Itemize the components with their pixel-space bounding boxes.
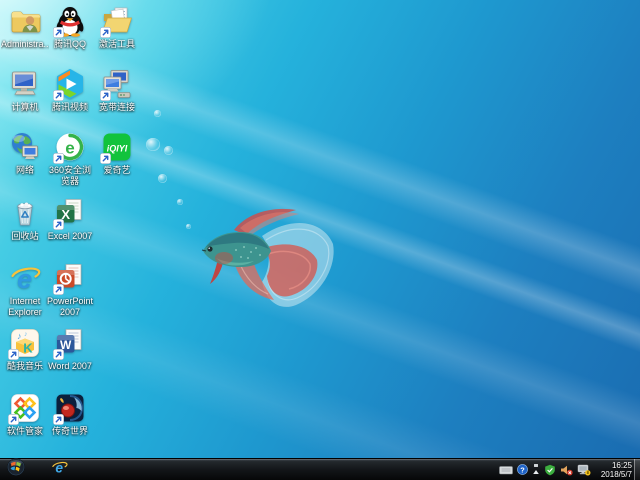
bubble [154, 110, 161, 117]
activation-tools-icon [101, 5, 133, 37]
desktop-icon-software-manager[interactable]: 软件管家 [2, 392, 48, 437]
icon-label: PowerPoint 2007 [46, 296, 94, 317]
administrator-icon [9, 5, 41, 37]
taskbar-ie-button[interactable]: e [44, 459, 74, 480]
show-desktop-button[interactable] [634, 459, 640, 480]
desktop-icon-recycle-bin[interactable]: 回收站 [2, 197, 48, 242]
betta-fish-image [196, 200, 338, 312]
tencent-video-icon [54, 68, 86, 100]
svg-text:K: K [23, 341, 33, 356]
legend-world-icon [54, 392, 86, 424]
svg-text:♪: ♪ [17, 331, 22, 341]
network-warning-icon[interactable] [577, 464, 591, 476]
desktop-icon-tencent-video[interactable]: 腾讯视频 [47, 68, 93, 113]
windows-orb-icon [7, 458, 25, 480]
internet-explorer-icon: e [9, 262, 41, 294]
icon-label: 回收站 [1, 231, 49, 242]
software-manager-icon [9, 392, 41, 424]
desktop-icon-iqiyi[interactable]: iQIYI 爱奇艺 [94, 131, 140, 176]
icon-label: Excel 2007 [46, 231, 94, 242]
muted-speaker-icon[interactable] [560, 464, 573, 476]
desktop-icon-activation-tools[interactable]: 激活工具 [94, 5, 140, 50]
iqiyi-icon: iQIYI [101, 131, 133, 163]
desktop-icon-internet-explorer[interactable]: eInternet Explorer [2, 262, 48, 317]
shortcut-arrow-icon [100, 153, 111, 164]
up-arrow-icon[interactable] [532, 463, 540, 476]
desktop-screen: Administra...腾讯QQ激活工具计算机腾讯视频宽带连接网络 e 360安全… [0, 0, 640, 480]
icon-label: Administra... [1, 39, 49, 50]
start-button[interactable] [3, 460, 29, 479]
icon-label: Internet Explorer [1, 296, 49, 317]
taskbar: e ? 16:25 2018/5/7 [0, 458, 640, 480]
icon-label: 爱奇艺 [93, 165, 141, 176]
icon-label: 360安全浏览器 [46, 165, 94, 186]
shortcut-arrow-icon [53, 27, 64, 38]
svg-text:♪: ♪ [24, 331, 28, 338]
broadband-connection-icon [101, 68, 133, 100]
icon-label: Word 2007 [46, 361, 94, 372]
360-safe-browser-icon: e [54, 131, 86, 163]
desktop-icon-excel-2007[interactable]: X Excel 2007 [47, 197, 93, 242]
excel-2007-icon: X [54, 197, 86, 229]
kuwo-music-icon: K♪♪ [9, 327, 41, 359]
shortcut-arrow-icon [53, 90, 64, 101]
shortcut-arrow-icon [53, 349, 64, 360]
desktop-icon-administrator[interactable]: Administra... [2, 5, 48, 50]
icon-label: 软件管家 [1, 426, 49, 437]
icon-label: 腾讯QQ [46, 39, 94, 50]
bubble [158, 174, 167, 183]
desktop-icon-powerpoint-2007[interactable]: PowerPoint 2007 [47, 262, 93, 317]
desktop-icon-broadband-connection[interactable]: 宽带连接 [94, 68, 140, 113]
recycle-bin-icon [9, 197, 41, 229]
keyboard-icon[interactable] [499, 465, 513, 475]
icon-label: 酷我音乐 [1, 361, 49, 372]
icon-label: 网络 [1, 165, 49, 176]
desktop-icon-tencent-qq[interactable]: 腾讯QQ [47, 5, 93, 50]
shortcut-arrow-icon [53, 219, 64, 230]
shortcut-arrow-icon [53, 414, 64, 425]
desktop-icon-computer[interactable]: 计算机 [2, 68, 48, 113]
bubble [177, 199, 183, 205]
ie-icon: e [51, 459, 68, 480]
shortcut-arrow-icon [53, 153, 64, 164]
svg-text:iQIYI: iQIYI [107, 144, 128, 154]
svg-text:?: ? [520, 465, 525, 474]
desktop-icon-word-2007[interactable]: W Word 2007 [47, 327, 93, 372]
shortcut-arrow-icon [53, 284, 64, 295]
icon-label: 计算机 [1, 102, 49, 113]
icon-label: 传奇世界 [46, 426, 94, 437]
icon-label: 腾讯视频 [46, 102, 94, 113]
shortcut-arrow-icon [100, 90, 111, 101]
shortcut-arrow-icon [8, 414, 19, 425]
green-shield-icon[interactable] [544, 464, 556, 476]
powerpoint-2007-icon [54, 262, 86, 294]
computer-icon [9, 68, 41, 100]
network-icon [9, 131, 41, 163]
bubble [164, 146, 173, 155]
desktop-icon-network[interactable]: 网络 [2, 131, 48, 176]
shortcut-arrow-icon [8, 349, 19, 360]
shortcut-arrow-icon [100, 27, 111, 38]
bubble [186, 224, 191, 229]
clock-time: 16:25 [612, 461, 632, 470]
icon-label: 激活工具 [93, 39, 141, 50]
icon-label: 宽带连接 [93, 102, 141, 113]
word-2007-icon: W [54, 327, 86, 359]
tencent-qq-icon [54, 5, 86, 37]
desktop-icon-legend-world[interactable]: 传奇世界 [47, 392, 93, 437]
bubble [146, 138, 160, 151]
desktop-icon-360-safe-browser[interactable]: e 360安全浏览器 [47, 131, 93, 186]
help-icon[interactable]: ? [517, 464, 528, 475]
clock-date: 2018/5/7 [601, 470, 632, 479]
system-tray: ? [499, 459, 591, 480]
taskbar-clock[interactable]: 16:25 2018/5/7 [601, 459, 632, 480]
svg-text:e: e [65, 139, 74, 158]
desktop-icon-kuwo-music[interactable]: K♪♪酷我音乐 [2, 327, 48, 372]
